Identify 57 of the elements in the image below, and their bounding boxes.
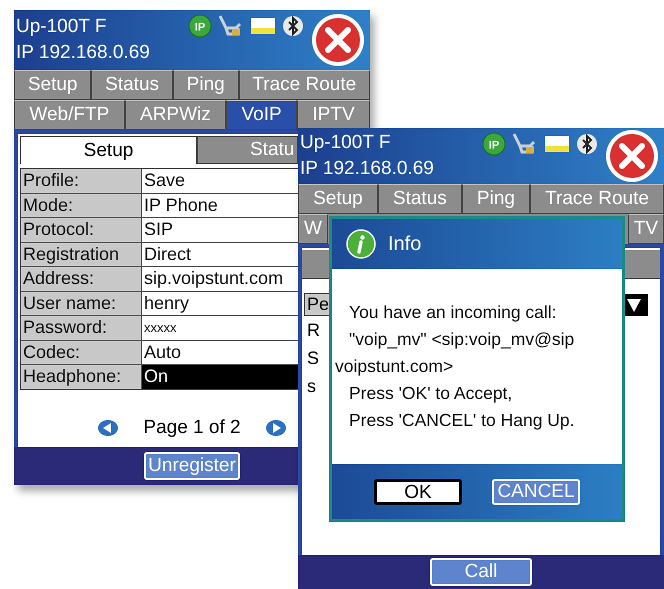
ip-status-icon: IP: [482, 132, 506, 156]
tab[interactable]: Trace Route: [238, 70, 370, 100]
tab[interactable]: Trace Route: [530, 184, 664, 214]
bluetooth-icon: [576, 133, 598, 155]
info-icon: [346, 229, 376, 259]
tab[interactable]: Status: [91, 70, 173, 100]
dialog-button[interactable]: OK: [374, 478, 462, 504]
device-title: Up-100T F: [16, 16, 108, 38]
setting-label: Address:: [21, 267, 142, 290]
bluetooth-icon: [282, 15, 304, 37]
setting-label: User name:: [21, 292, 142, 315]
ip-status-icon: IP: [188, 14, 212, 38]
close-icon[interactable]: [310, 12, 366, 68]
setting-value[interactable]: On: [142, 365, 299, 388]
battery-icon: [250, 16, 276, 36]
network-cable-icon: [512, 132, 538, 156]
setting-label: Mode:: [21, 194, 142, 217]
unregister-button[interactable]: Unregister: [144, 452, 240, 480]
previous-page-icon[interactable]: [97, 419, 120, 437]
battery-icon: [544, 134, 570, 154]
page-indicator: Page 1 of 2: [143, 417, 241, 439]
message-line: voipstunt.com>: [334, 355, 454, 378]
list-text: R: [306, 319, 320, 342]
dialog-button[interactable]: CANCEL: [492, 478, 580, 504]
setting-label: Codec:: [21, 340, 142, 364]
setting-label: Headphone:: [21, 365, 142, 388]
tab[interactable]: Web/FTP: [14, 100, 125, 130]
tab[interactable]: Setup: [298, 184, 378, 214]
list-text: s: [306, 375, 316, 398]
setting-label: Profile:: [21, 169, 142, 192]
setting-label: Registration: [21, 242, 142, 266]
tab[interactable]: Setup: [14, 70, 92, 100]
tab[interactable]: W: [298, 214, 328, 244]
tab[interactable]: Status: [378, 184, 462, 214]
message-line: Press 'CANCEL' to Hang Up.: [348, 409, 576, 432]
tab[interactable]: TV: [628, 214, 664, 244]
call-button[interactable]: Call: [430, 558, 532, 586]
ip-address: IP 192.168.0.69: [300, 158, 434, 180]
device-title: Up-100T F: [300, 132, 392, 154]
tab[interactable]: Ping: [462, 184, 530, 214]
setting-label: Protocol:: [21, 218, 142, 242]
message-line: Press 'OK' to Accept,: [348, 382, 514, 405]
ip-address: IP 192.168.0.69: [16, 42, 150, 64]
message-line: You have an incoming call:: [348, 301, 558, 324]
message-line: "voip_mv" <sip:voip_mv@sip: [348, 328, 576, 351]
tab[interactable]: Setup: [20, 136, 197, 164]
network-cable-icon: [218, 14, 244, 38]
close-icon[interactable]: [604, 128, 660, 184]
tab[interactable]: ARPWiz: [124, 100, 226, 130]
tab[interactable]: VoIP: [226, 100, 298, 130]
tab[interactable]: IPTV: [297, 100, 370, 130]
setting-label: Password:: [21, 316, 142, 340]
tab[interactable]: Statu: [197, 136, 298, 164]
next-page-icon[interactable]: [264, 419, 287, 437]
list-text: S: [306, 347, 320, 370]
tab[interactable]: Ping: [172, 70, 239, 100]
dialog-title: Info: [388, 232, 422, 256]
